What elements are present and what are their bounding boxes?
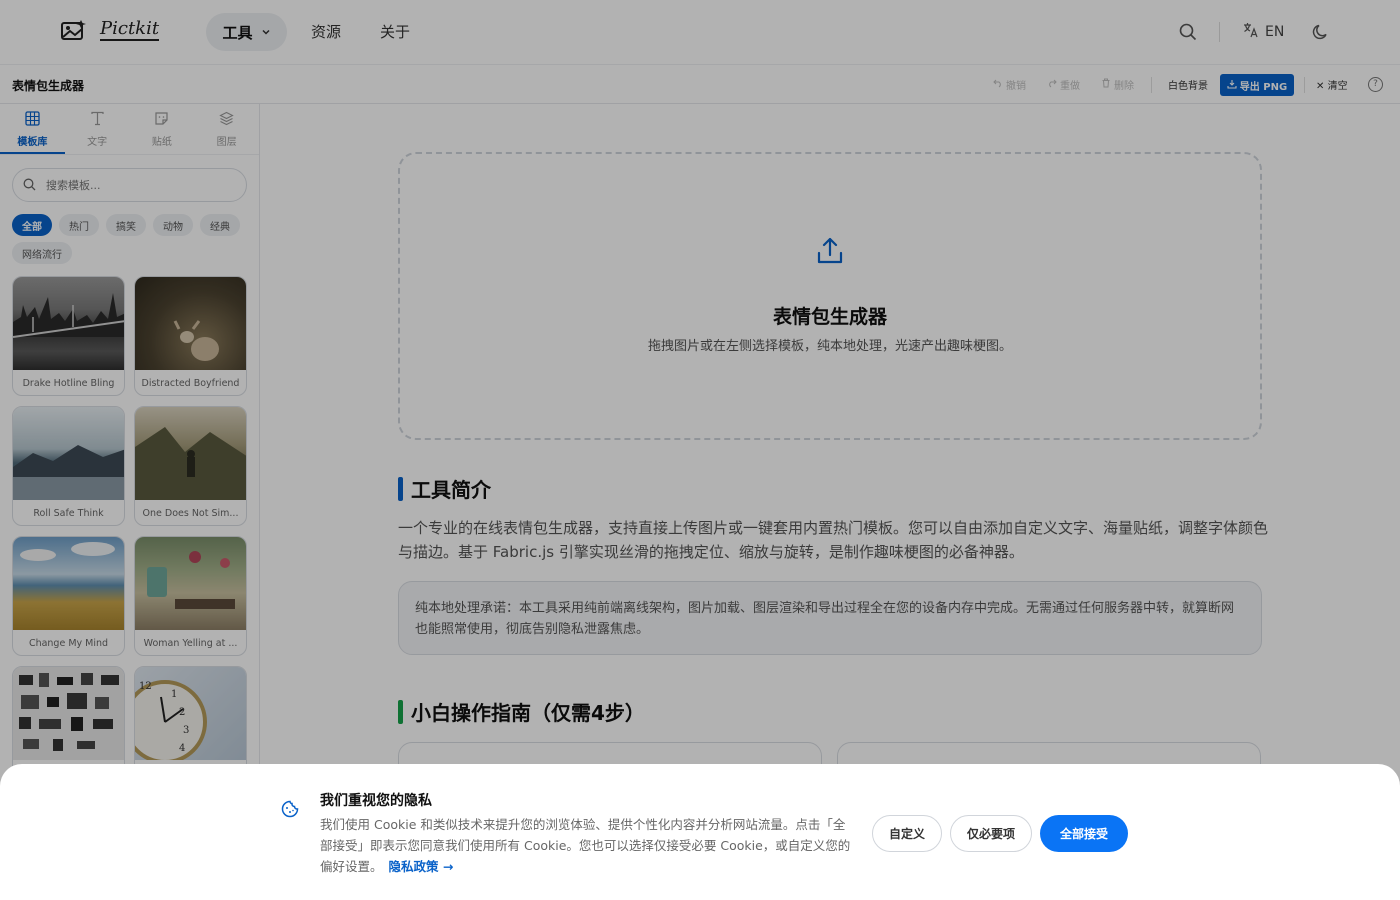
accept-all-button[interactable]: 全部接受 [1040,815,1128,852]
cookie-description: 我们使用 Cookie 和类似技术来提升您的浏览体验、提供个性化内容并分析网站流… [320,814,855,877]
necessary-only-button[interactable]: 仅必要项 [950,815,1032,852]
privacy-policy-link[interactable]: 隐私政策 → [389,859,454,874]
cookie-consent-banner: 我们重视您的隐私 我们使用 Cookie 和类似技术来提升您的浏览体验、提供个性… [0,764,1400,900]
cookie-icon [281,800,299,822]
cookie-title: 我们重视您的隐私 [320,793,432,809]
customize-button[interactable]: 自定义 [872,815,942,852]
